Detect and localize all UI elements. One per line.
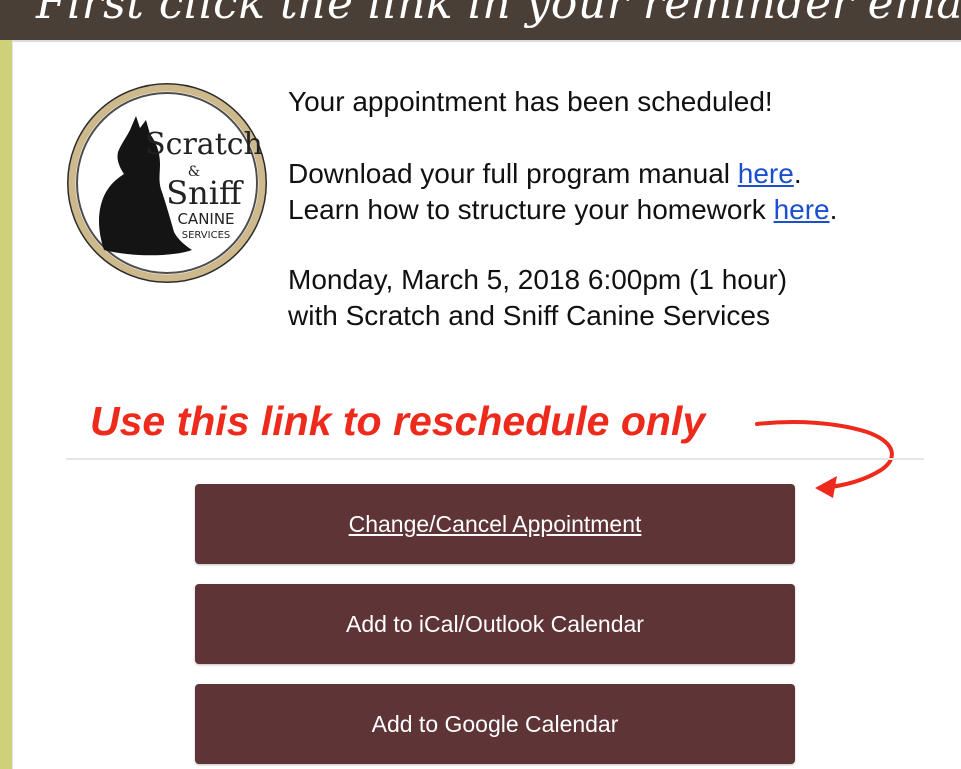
logo-text-services: SERVICES bbox=[182, 230, 231, 241]
homework-guide-link[interactable]: here bbox=[774, 194, 830, 225]
logo-text-scratch: Scratch bbox=[145, 127, 263, 162]
scratch-and-sniff-logo: Scratch & Sniff CANINE SERVICES bbox=[67, 83, 267, 283]
homework-text: Learn how to structure your homework bbox=[288, 194, 774, 225]
homework-period: . bbox=[829, 194, 838, 225]
google-calendar-label: Add to Google Calendar bbox=[371, 711, 619, 737]
manual-period: . bbox=[793, 158, 802, 189]
section-divider bbox=[66, 458, 924, 460]
logo-text-sniff: Sniff bbox=[166, 174, 244, 212]
scheduled-message: Your appointment has been scheduled! bbox=[288, 86, 773, 117]
manual-line: Download your full program manual here. bbox=[288, 156, 948, 192]
appointment-provider: with Scratch and Sniff Canine Services bbox=[288, 300, 770, 331]
add-google-calendar-button[interactable]: Add to Google Calendar bbox=[195, 684, 795, 764]
ical-outlook-label: Add to iCal/Outlook Calendar bbox=[346, 611, 644, 637]
header-title: First click the link in your reminder em… bbox=[36, 0, 961, 29]
appointment-details: Your appointment has been scheduled! Dow… bbox=[288, 84, 948, 334]
manual-text: Download your full program manual bbox=[288, 158, 738, 189]
side-accent-stripe bbox=[0, 40, 12, 769]
manual-download-link[interactable]: here bbox=[738, 158, 794, 189]
homework-line: Learn how to structure your homework her… bbox=[288, 192, 948, 228]
header-bar: First click the link in your reminder em… bbox=[0, 0, 961, 40]
logo-text-canine: CANINE bbox=[177, 210, 234, 228]
add-ical-outlook-button[interactable]: Add to iCal/Outlook Calendar bbox=[195, 584, 795, 664]
appointment-datetime: Monday, March 5, 2018 6:00pm (1 hour) bbox=[288, 264, 788, 295]
change-cancel-appointment-button[interactable]: Change/Cancel Appointment bbox=[195, 484, 795, 564]
reschedule-annotation: Use this link to reschedule only bbox=[90, 398, 706, 444]
change-cancel-label: Change/Cancel Appointment bbox=[348, 511, 642, 537]
